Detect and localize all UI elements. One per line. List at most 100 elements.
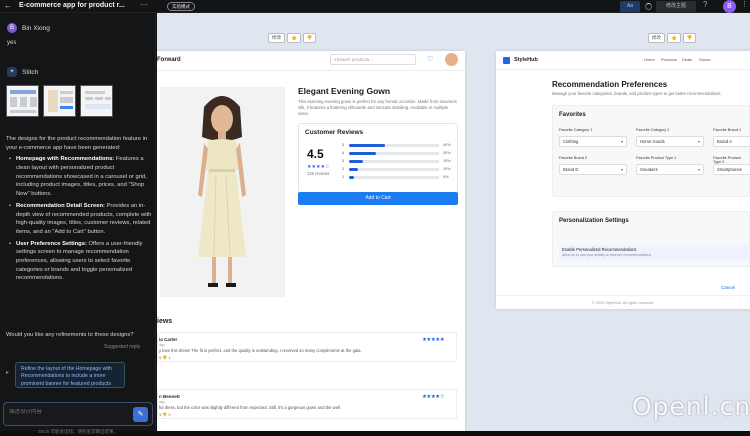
message-intro: The designs for the product recommendati… bbox=[6, 136, 148, 151]
menu-dots-icon[interactable]: ⋮ bbox=[741, 0, 748, 8]
detail-header: Forward ⌕Search products... ♡ bbox=[157, 51, 465, 71]
user-message: yes bbox=[7, 40, 17, 46]
frame2-toolbar: 修改 👍 👎 bbox=[648, 33, 697, 43]
customer-reviews-card: Customer Reviews 4.5 ★★★★☆ 125 reviews 5… bbox=[298, 123, 458, 193]
suggested-reply-chip[interactable]: Refine the layout of the Homepage with R… bbox=[15, 362, 125, 388]
rating-label: 1 bbox=[342, 175, 345, 179]
toggle-description: Allow us to use your activity to improve… bbox=[562, 253, 652, 257]
stitch-logo-icon: ✦ bbox=[7, 67, 17, 77]
favorites-panel: Favorites Favorite Category 1 Clothing F… bbox=[552, 105, 750, 197]
cancel-button[interactable]: Cancel bbox=[721, 285, 735, 290]
field-label: Favorite Product Type 1 bbox=[636, 156, 677, 160]
review-item: n Bennett ago ful dress, but the color w… bbox=[157, 389, 457, 419]
nav-deals[interactable]: Deals bbox=[682, 57, 692, 62]
rating-fill bbox=[349, 152, 376, 155]
prompt-input[interactable] bbox=[9, 409, 119, 415]
project-title: E-commerce app for product r... bbox=[19, 2, 125, 9]
review-likes[interactable]: 5 👎 1 bbox=[159, 355, 171, 360]
review-text: y love this dress! The fit is perfect, a… bbox=[159, 348, 362, 353]
text-style-button[interactable]: Aa bbox=[620, 1, 640, 12]
brand-2-select[interactable]: Brand D bbox=[559, 164, 627, 175]
help-icon[interactable]: ? bbox=[703, 0, 707, 9]
expand-arrow-icon[interactable]: ▸ bbox=[6, 369, 9, 378]
avatar[interactable] bbox=[445, 53, 458, 66]
suggested-reply-label: Suggested reply bbox=[104, 344, 141, 350]
user-avatar[interactable]: B bbox=[723, 0, 736, 13]
watermark: Openl.cn bbox=[632, 392, 750, 421]
disclaimer-note: Stitch 可能会出错，请检查其输出结果。 bbox=[37, 429, 118, 434]
search-input[interactable]: ⌕Search products... bbox=[330, 54, 416, 65]
thumbs-up-icon[interactable]: 👍 bbox=[667, 33, 681, 43]
rating-fill bbox=[349, 168, 358, 171]
design-canvas[interactable]: 修改 👍 👎 Forward ⌕Search products... ♡ Ele… bbox=[157, 13, 750, 431]
user-name: Bin Xiong bbox=[22, 25, 50, 32]
thumbs-down-icon[interactable]: 👎 bbox=[302, 33, 317, 43]
rating-stars: ★★★★☆ bbox=[307, 164, 330, 170]
send-button[interactable]: ✎ bbox=[133, 407, 148, 422]
toggle-title: Enable Personalized Recommendations bbox=[562, 247, 637, 252]
rating-fill bbox=[349, 176, 354, 179]
reviewer-name: n Bennett bbox=[159, 394, 180, 399]
page-subtitle: Manage your favorite categories, brands,… bbox=[552, 91, 722, 96]
change-theme-button[interactable]: 修改主题 bbox=[656, 1, 696, 12]
thumbnail-detail[interactable] bbox=[43, 85, 76, 117]
category-2-select[interactable]: Home Goods bbox=[636, 136, 704, 147]
review-item: ia Carter ago y love this dress! The fit… bbox=[157, 332, 457, 362]
assistant-message: The designs for the product recommendati… bbox=[6, 135, 152, 283]
product-title: Elegant Evening Gown bbox=[298, 86, 391, 96]
edit-button[interactable]: 修改 bbox=[268, 33, 285, 43]
heart-icon[interactable]: ♡ bbox=[427, 55, 433, 63]
reviews-heading: iews bbox=[157, 318, 173, 325]
product-type-2-select[interactable]: Smartphones bbox=[713, 164, 750, 175]
back-arrow-icon[interactable]: ← bbox=[4, 1, 12, 10]
bullet-item: User Preference Settings: Offers a user-… bbox=[9, 240, 152, 283]
chat-sidebar: B Bin Xiong yes ✦ Stitch The designs for… bbox=[0, 13, 156, 434]
thumbnail-preferences[interactable] bbox=[80, 85, 113, 117]
rating-pct: 15% bbox=[443, 159, 451, 163]
review-likes[interactable]: 3 👎 0 bbox=[159, 412, 171, 417]
field-label: Favorite Category 2 bbox=[636, 128, 670, 132]
personalization-title: Personalization Settings bbox=[559, 218, 629, 224]
favorites-title: Favorites bbox=[559, 112, 586, 118]
thumbnail-homepage[interactable] bbox=[6, 85, 39, 117]
rating-label: 3 bbox=[342, 159, 345, 163]
rating-row: 1 5% bbox=[342, 175, 454, 180]
prefs-footer: © 2024 StyleHub. All rights reserved. bbox=[496, 295, 750, 309]
bullet-title: Homepage with Recommendations: bbox=[16, 156, 115, 163]
rating-score: 4.5 bbox=[307, 147, 324, 161]
message-bullets: Homepage with Recommendations: Features … bbox=[6, 155, 152, 283]
rating-pct: 10% bbox=[443, 167, 451, 171]
experimental-mode-badge[interactable]: 实验模式 bbox=[167, 2, 195, 11]
rating-row: 5 40% bbox=[342, 143, 454, 148]
brand-name[interactable]: StyleHub bbox=[514, 57, 538, 63]
page-title: Recommendation Preferences bbox=[552, 80, 668, 89]
search-placeholder: Search products... bbox=[336, 57, 374, 62]
review-count: 125 reviews bbox=[307, 171, 330, 176]
nav-stores[interactable]: Stores bbox=[699, 57, 711, 62]
personalization-panel: Personalization Settings Enable Personal… bbox=[552, 211, 750, 267]
product-type-1-select[interactable]: Sneakers bbox=[636, 164, 704, 175]
thumbs-up-icon[interactable]: 👍 bbox=[287, 33, 301, 43]
reviews-card-title: Customer Reviews bbox=[305, 129, 364, 136]
prompt-input-container: ✎ bbox=[3, 402, 153, 426]
rating-row: 2 10% bbox=[342, 167, 454, 172]
bullet-title: User Preference Settings: bbox=[16, 240, 87, 247]
add-to-cart-button[interactable]: Add to Cart bbox=[298, 192, 458, 205]
nav-products[interactable]: Products bbox=[661, 57, 677, 62]
more-options-icon[interactable]: ⋯ bbox=[140, 0, 148, 9]
rating-fill bbox=[349, 160, 363, 163]
edit-button[interactable]: 修改 bbox=[648, 33, 665, 43]
rating-row: 3 15% bbox=[342, 159, 454, 164]
brand-name[interactable]: Forward bbox=[157, 57, 181, 63]
preferences-frame[interactable]: StyleHub Home Products Deals Stores Reco… bbox=[496, 51, 750, 309]
nav-home[interactable]: Home bbox=[644, 57, 655, 62]
review-date: ago bbox=[159, 400, 165, 404]
thumbs-down-icon[interactable]: 👎 bbox=[682, 33, 697, 43]
category-1-select[interactable]: Clothing bbox=[559, 136, 627, 147]
review-stars: ★★★★☆ bbox=[422, 394, 445, 400]
review-date: ago bbox=[159, 343, 165, 347]
brand-1-select[interactable]: Brand A bbox=[713, 136, 750, 147]
field-label: Favorite Brand 2 bbox=[559, 156, 588, 160]
product-detail-frame[interactable]: Forward ⌕Search products... ♡ Elegant Ev… bbox=[157, 51, 465, 431]
personalized-recs-toggle[interactable]: Enable Personalized Recommendations Allo… bbox=[559, 245, 750, 260]
